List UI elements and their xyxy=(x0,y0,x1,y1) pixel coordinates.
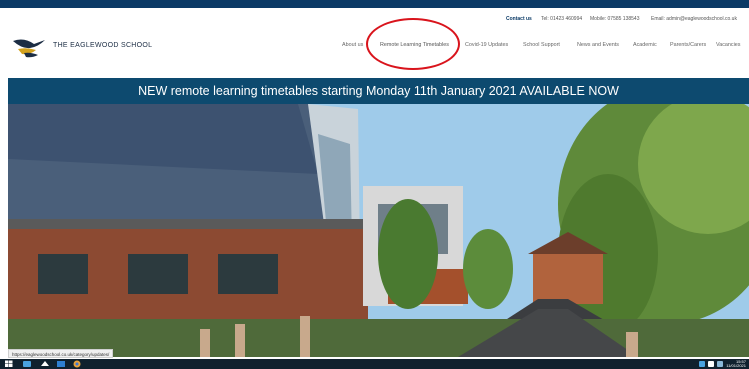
system-tray: 15:57 11/01/2021 xyxy=(699,360,746,368)
chrome-icon[interactable] xyxy=(72,360,82,368)
hero-image xyxy=(8,104,749,357)
notification-icon[interactable] xyxy=(717,361,724,367)
nav-news-and-events[interactable]: News and Events xyxy=(577,42,619,48)
contact-us-link[interactable]: Contact us xyxy=(506,16,532,22)
top-strip xyxy=(0,0,749,8)
eagle-logo-icon[interactable] xyxy=(12,35,46,59)
nav-parents-carers[interactable]: Parents/Carers xyxy=(670,42,706,48)
taskbar-clock[interactable]: 15:57 11/01/2021 xyxy=(726,360,746,368)
outlook-icon[interactable] xyxy=(56,360,66,368)
task-view-icon[interactable] xyxy=(22,360,32,368)
school-name[interactable]: THE EAGLEWOOD SCHOOL xyxy=(53,42,152,49)
contact-bar: Contact us Tel: 01423 460994 Mobile: 075… xyxy=(0,14,749,26)
windows-start-icon[interactable] xyxy=(4,360,14,368)
volume-icon[interactable] xyxy=(708,361,715,367)
nav-school-support[interactable]: School Support xyxy=(523,42,560,48)
clock-date: 11/01/2021 xyxy=(726,363,746,368)
mobile-text: Mobile: 07585 138543 xyxy=(590,16,640,22)
email-link[interactable]: Email: admin@eaglewoodschool.co.uk xyxy=(651,16,737,22)
network-icon[interactable] xyxy=(699,361,706,367)
nav-about-us[interactable]: About us xyxy=(342,42,363,48)
windows-taskbar: 15:57 11/01/2021 xyxy=(0,359,749,369)
annotation-circle xyxy=(366,18,460,70)
telephone-text: Tel: 01423 460994 xyxy=(541,16,583,22)
announcement-banner[interactable]: NEW remote learning timetables starting … xyxy=(8,78,749,104)
school-building-photo xyxy=(8,104,749,357)
nav-vacancies[interactable]: Vacancies xyxy=(716,42,740,48)
nav-covid-updates[interactable]: Covid-19 Updates xyxy=(465,42,508,48)
status-bar-url: https://eaglewoodschool.co.uk/category/u… xyxy=(8,349,114,358)
nav-academic[interactable]: Academic xyxy=(633,42,657,48)
file-explorer-icon[interactable] xyxy=(40,360,50,368)
